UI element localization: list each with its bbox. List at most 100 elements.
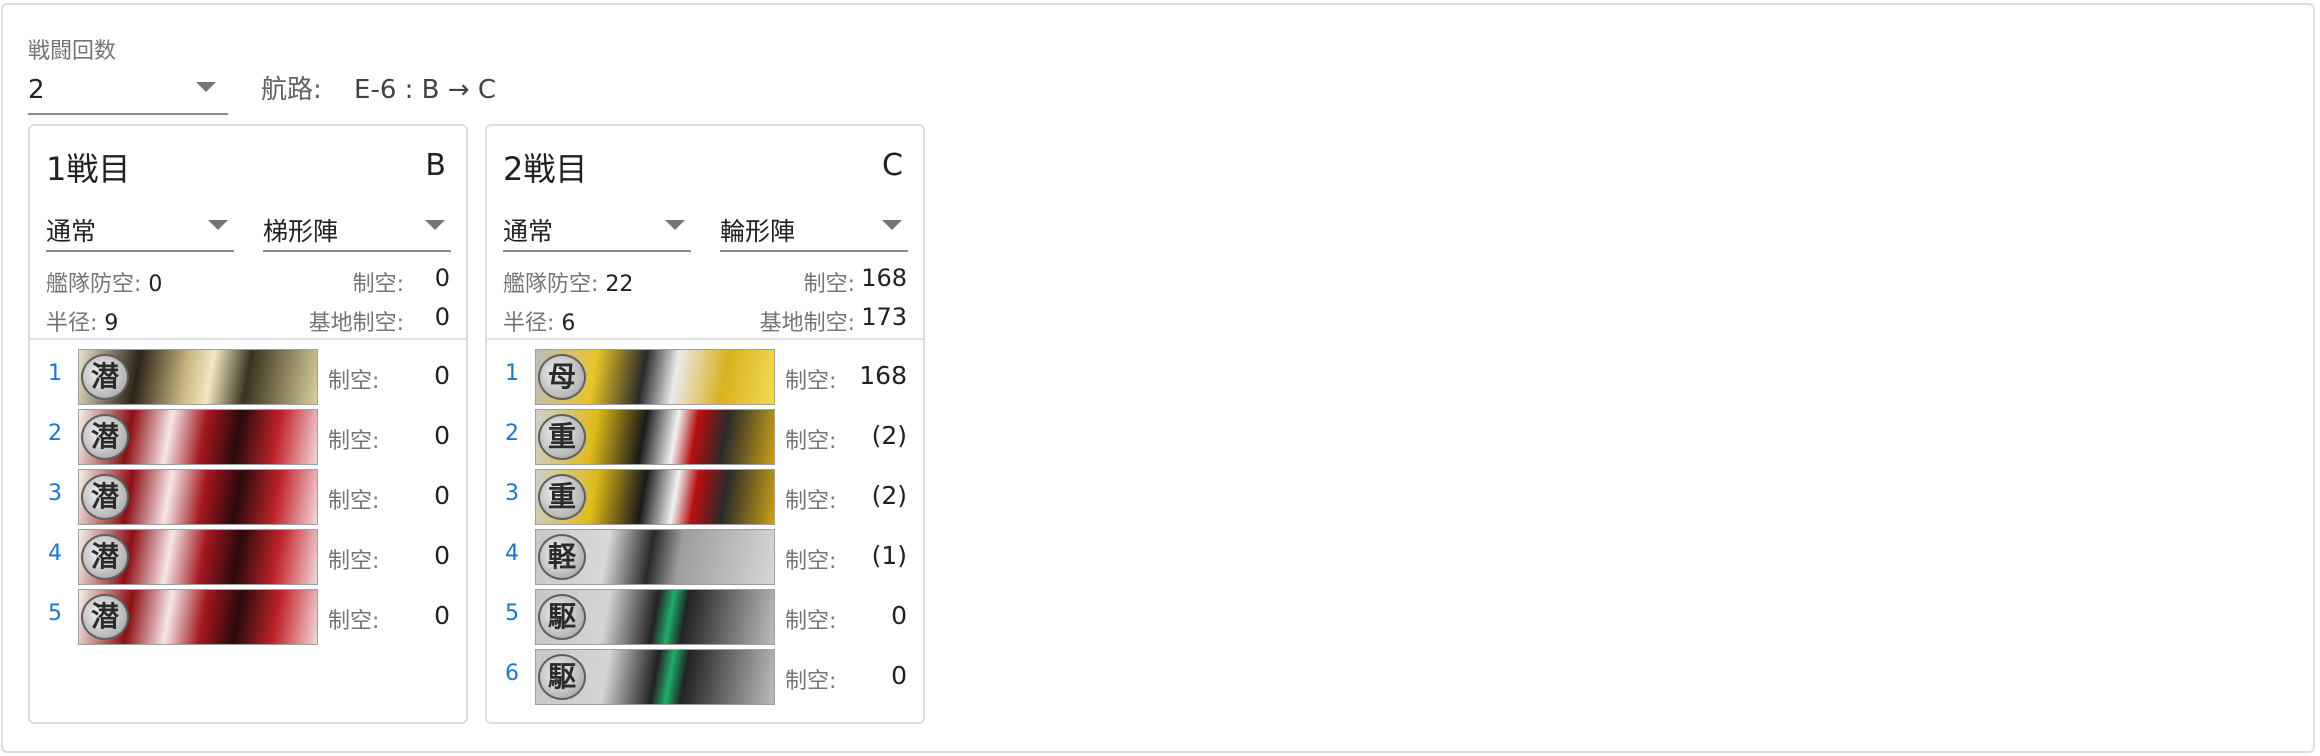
- ship-air-value: 0: [434, 421, 450, 450]
- battle-kind-select[interactable]: 通常: [46, 206, 234, 252]
- ship-banner-image: 潜: [78, 589, 318, 645]
- ship-banner-image: 潜: [78, 469, 318, 525]
- ship-air-label: 制空:: [328, 489, 380, 514]
- ship-banner-image: 潜: [78, 349, 318, 405]
- fleet-aa-label: 艦隊防空:: [46, 272, 142, 297]
- ship-air-label: 制空:: [785, 549, 837, 574]
- base-air-control-label: 基地制空:: [759, 311, 855, 336]
- radius: 半径: 6: [503, 305, 575, 337]
- ship-type-badge: 重: [538, 474, 586, 520]
- ship-banner-image: 駆: [535, 589, 775, 645]
- fleet-aa: 艦隊防空: 22: [503, 266, 633, 298]
- battle-kind-value: 通常: [503, 217, 554, 246]
- ship-air-value: (2): [871, 421, 907, 450]
- fleet-aa-value: 22: [605, 272, 634, 297]
- formation-select[interactable]: 梯形陣: [263, 206, 451, 252]
- ship-air-value: 0: [434, 541, 450, 570]
- ship-air-label: 制空:: [328, 429, 380, 454]
- enemy-ship-row: 5 駆 制空: 0: [487, 587, 923, 645]
- base-air-control-value: 0: [434, 303, 450, 331]
- ship-type-badge: 駆: [538, 594, 586, 640]
- ship-air-label: 制空:: [785, 609, 837, 634]
- ship-index: 1: [505, 361, 519, 386]
- ship-air-label: 制空:: [328, 549, 380, 574]
- formation-value: 梯形陣: [263, 217, 339, 246]
- air-control-label: 制空:: [352, 272, 404, 297]
- ship-air-value: 0: [434, 361, 450, 390]
- enemy-ship-row: 3 重 制空: (2): [487, 467, 923, 525]
- fleet-aa-label: 艦隊防空:: [503, 272, 599, 297]
- radius-value: 9: [104, 311, 119, 336]
- ship-air-label: 制空:: [785, 369, 837, 394]
- ship-index: 4: [505, 541, 519, 566]
- battle-kind-value: 通常: [46, 217, 97, 246]
- radius-label: 半径:: [46, 311, 98, 336]
- battle-count-select[interactable]: 2: [28, 67, 228, 115]
- ship-air-label: 制空:: [328, 369, 380, 394]
- formation-select[interactable]: 輪形陣: [720, 206, 908, 252]
- ship-air-value: 0: [891, 661, 907, 690]
- ship-type-badge: 潜: [81, 534, 129, 580]
- base-air-control-value: 173: [861, 303, 907, 331]
- route-info: 航路: E-6 : B → C: [261, 69, 496, 106]
- ship-banner-image: 駆: [535, 649, 775, 705]
- battle-count-label-wrap: 戦闘回数: [28, 33, 116, 65]
- chevron-down-icon: [208, 220, 228, 230]
- ship-type-badge: 重: [538, 414, 586, 460]
- ship-type-badge: 潜: [81, 594, 129, 640]
- enemy-ship-row: 5 潜 制空: 0: [30, 587, 466, 645]
- ship-type-badge: 母: [538, 354, 586, 400]
- air-control-label: 制空:: [803, 272, 855, 297]
- ship-air-label: 制空:: [328, 609, 380, 634]
- base-air-control-label: 基地制空:: [308, 311, 404, 336]
- fleet-aa: 艦隊防空: 0: [46, 266, 162, 298]
- ship-index: 1: [48, 361, 62, 386]
- formation-value: 輪形陣: [720, 217, 796, 246]
- ship-air-value: 0: [891, 601, 907, 630]
- ship-air-value: (2): [871, 481, 907, 510]
- ship-air-label: 制空:: [785, 429, 837, 454]
- enemy-ship-row: 3 潜 制空: 0: [30, 467, 466, 525]
- ship-index: 3: [48, 481, 62, 506]
- ship-banner-image: 重: [535, 469, 775, 525]
- route-value: E-6 : B → C: [354, 75, 496, 105]
- battle-card-2: 2戦目 C 通常 輪形陣 艦隊防空: 22 制空: 168 半径: 6 基地制空…: [485, 124, 925, 724]
- ship-banner-image: 重: [535, 409, 775, 465]
- ship-air-value: (1): [871, 541, 907, 570]
- card-node: C: [882, 148, 903, 183]
- enemy-ship-row: 2 重 制空: (2): [487, 407, 923, 465]
- ship-banner-image: 軽: [535, 529, 775, 585]
- air-control-value: 0: [434, 264, 450, 292]
- ship-index: 5: [48, 601, 62, 626]
- ship-banner-image: 潜: [78, 409, 318, 465]
- chevron-down-icon: [425, 220, 445, 230]
- enemy-ship-row: 1 母 制空: 168: [487, 347, 923, 405]
- enemy-ship-row: 4 軽 制空: (1): [487, 527, 923, 585]
- enemy-ship-row: 1 潜 制空: 0: [30, 347, 466, 405]
- panel-frame: 戦闘回数 2 航路: E-6 : B → C 1戦目 B 通常 梯形陣 艦隊防空…: [1, 3, 2315, 753]
- enemy-ship-row: 6 駆 制空: 0: [487, 647, 923, 705]
- ship-type-badge: 潜: [81, 474, 129, 520]
- card-divider: [30, 338, 466, 340]
- chevron-down-icon: [665, 220, 685, 230]
- battle-kind-select[interactable]: 通常: [503, 206, 691, 252]
- radius: 半径: 9: [46, 305, 118, 337]
- ship-air-label: 制空:: [785, 489, 837, 514]
- ship-banner-image: 潜: [78, 529, 318, 585]
- chevron-down-icon: [196, 82, 216, 92]
- ship-index: 2: [48, 421, 62, 446]
- ship-banner-image: 母: [535, 349, 775, 405]
- ship-type-badge: 潜: [81, 414, 129, 460]
- ship-air-value: 0: [434, 481, 450, 510]
- ship-index: 3: [505, 481, 519, 506]
- card-title: 2戦目: [503, 150, 588, 188]
- ship-index: 4: [48, 541, 62, 566]
- battle-count-value: 2: [28, 75, 45, 105]
- battle-count-label: 戦闘回数: [28, 39, 117, 64]
- card-node: B: [425, 148, 446, 183]
- enemy-ship-row: 4 潜 制空: 0: [30, 527, 466, 585]
- card-title: 1戦目: [46, 150, 131, 188]
- ship-air-label: 制空:: [785, 669, 837, 694]
- ship-type-badge: 駆: [538, 654, 586, 700]
- enemy-ship-row: 2 潜 制空: 0: [30, 407, 466, 465]
